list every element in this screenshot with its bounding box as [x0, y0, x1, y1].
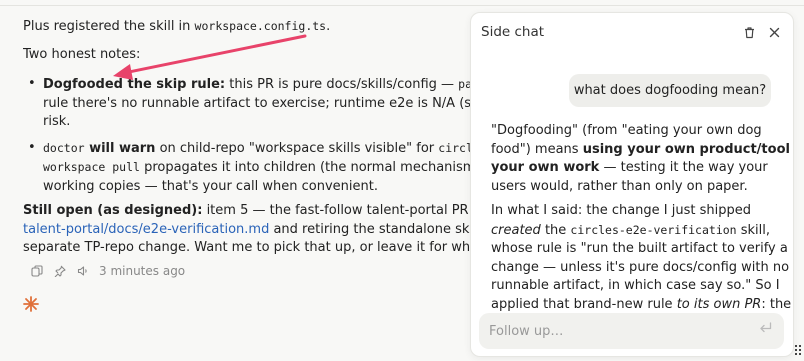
reply-p2-l2-mid: the [540, 222, 571, 238]
reply-p2-l6-italic: to its own PR [676, 296, 762, 312]
reply-p1-line4: users would, rather than only on paper. [491, 178, 748, 194]
still-open-text2: and retiring the standalone skill. It [269, 221, 493, 237]
assistant-reply: "Dogfooding" (from "eating your own dog … [491, 122, 793, 320]
workspace-pull-code: workspace pull [43, 160, 140, 174]
reply-p1-l2-bold: using your own product/tool on [582, 141, 794, 157]
e2e-verification-link[interactable]: talent-portal/docs/e2e-verification.md [23, 222, 269, 237]
note1-line3: risk. [43, 114, 71, 129]
reply-p2-line6: applied that brand-new rule to its own P… [491, 296, 791, 315]
followup-box [479, 313, 784, 349]
reply-p2-line1: In what I said: the change I just shippe… [491, 203, 751, 218]
note1-line1: Dogfooded the skip rule: this PR is pure… [43, 75, 493, 95]
still-open-text: item 5 — the fast-follow talent-portal P… [206, 203, 493, 218]
message-timestamp: 3 minutes ago [99, 264, 186, 278]
reply-p1-l2-pre: food") means [491, 141, 583, 157]
registered-prefix: Plus registered the skill in [23, 19, 195, 34]
speaker-icon[interactable] [74, 263, 92, 279]
notes-heading: Two honest notes: [23, 47, 141, 62]
still-open-line1: Still open (as designed): item 5 — the f… [23, 202, 493, 221]
note2-line1: doctor will warn on child-repo "workspac… [43, 139, 493, 159]
side-chat-panel: Side chat what does dogfooding mean? "Do… [470, 12, 794, 357]
doctor-code: doctor [43, 140, 85, 155]
still-open-block: Still open (as designed): item 5 — the f… [23, 202, 493, 258]
note1-line2: rule there's no runnable artifact to exe… [43, 95, 493, 111]
user-message-bubble: what does dogfooding mean? [569, 74, 771, 107]
followup-input[interactable] [489, 321, 739, 341]
bullet: • [28, 76, 36, 91]
note-dogfooded: • Dogfooded the skip rule: this PR is pu… [23, 75, 493, 132]
reply-p2-line4: change — unless it's pure docs/config wi… [491, 259, 790, 275]
note2-text2: propagates it into children (the normal … [139, 160, 493, 175]
reply-paragraph-1: "Dogfooding" (from "eating your own dog … [491, 122, 793, 196]
bullet: • [28, 139, 36, 155]
note1-bold: Dogfooded the skip rule: [43, 77, 226, 92]
pin-icon[interactable] [51, 263, 69, 279]
reply-p1-l3-post: — testing it the way your [599, 160, 768, 175]
reply-p2-l6-post: : the [761, 296, 792, 312]
config-file-code: workspace.config.ts [194, 19, 327, 33]
resize-handle-icon[interactable] [794, 344, 802, 359]
note2-line2: workspace pull propagates it into childr… [43, 158, 493, 178]
still-open-bold: Still open (as designed): [23, 203, 203, 218]
registered-line: Plus registered the skill in workspace.c… [23, 17, 330, 37]
close-icon[interactable] [765, 23, 783, 41]
reply-p2-line5: runnable artifact, in which case say so.… [491, 278, 780, 293]
chat-transcript: Plus registered the skill in workspace.c… [23, 0, 493, 361]
spark-icon [23, 296, 39, 312]
note-doctor: • doctor will warn on child-repo "worksp… [23, 139, 493, 197]
reply-p2-line2: created the circles-e2e-verification ski… [491, 221, 776, 241]
trash-icon[interactable] [740, 23, 758, 41]
reply-p1-line1: "Dogfooding" (from "eating your own dog [491, 123, 762, 138]
still-open-line2: talent-portal/docs/e2e-verification.md a… [23, 221, 493, 240]
send-icon[interactable] [759, 322, 772, 338]
note2-bold: will warn [84, 140, 156, 156]
registered-suffix: . [326, 19, 331, 34]
reply-p1-l3-bold: your own work [491, 160, 600, 175]
notes-list: • Dogfooded the skip rule: this PR is pu… [23, 75, 493, 196]
reply-p1-line2: food") means using your own product/tool… [491, 141, 793, 160]
reply-p2-l2-post: skill, [736, 222, 770, 238]
message-actions: 3 minutes ago [28, 263, 185, 279]
reply-p2-l2-italic: created [491, 222, 541, 238]
skill-name-code: circles-e2e-verification [570, 222, 737, 237]
copy-icon[interactable] [28, 263, 46, 279]
reply-p2-l6-pre: applied that brand-new rule [491, 296, 677, 312]
note1-text: this PR is pure docs/skills/config — [225, 77, 459, 92]
still-open-line3: separate TP-repo change. Want me to pick… [23, 240, 493, 255]
reply-p1-line3: your own work — testing it the way your [491, 159, 776, 178]
note2-line3: working copies — that's your call when c… [43, 178, 378, 194]
reply-paragraph-2: In what I said: the change I just shippe… [491, 202, 791, 315]
reply-p2-line3: whose rule is "run the built artifact to… [491, 241, 788, 256]
side-chat-title: Side chat [481, 24, 545, 40]
note2-text: on child-repo "workspace skills visible"… [155, 140, 439, 156]
